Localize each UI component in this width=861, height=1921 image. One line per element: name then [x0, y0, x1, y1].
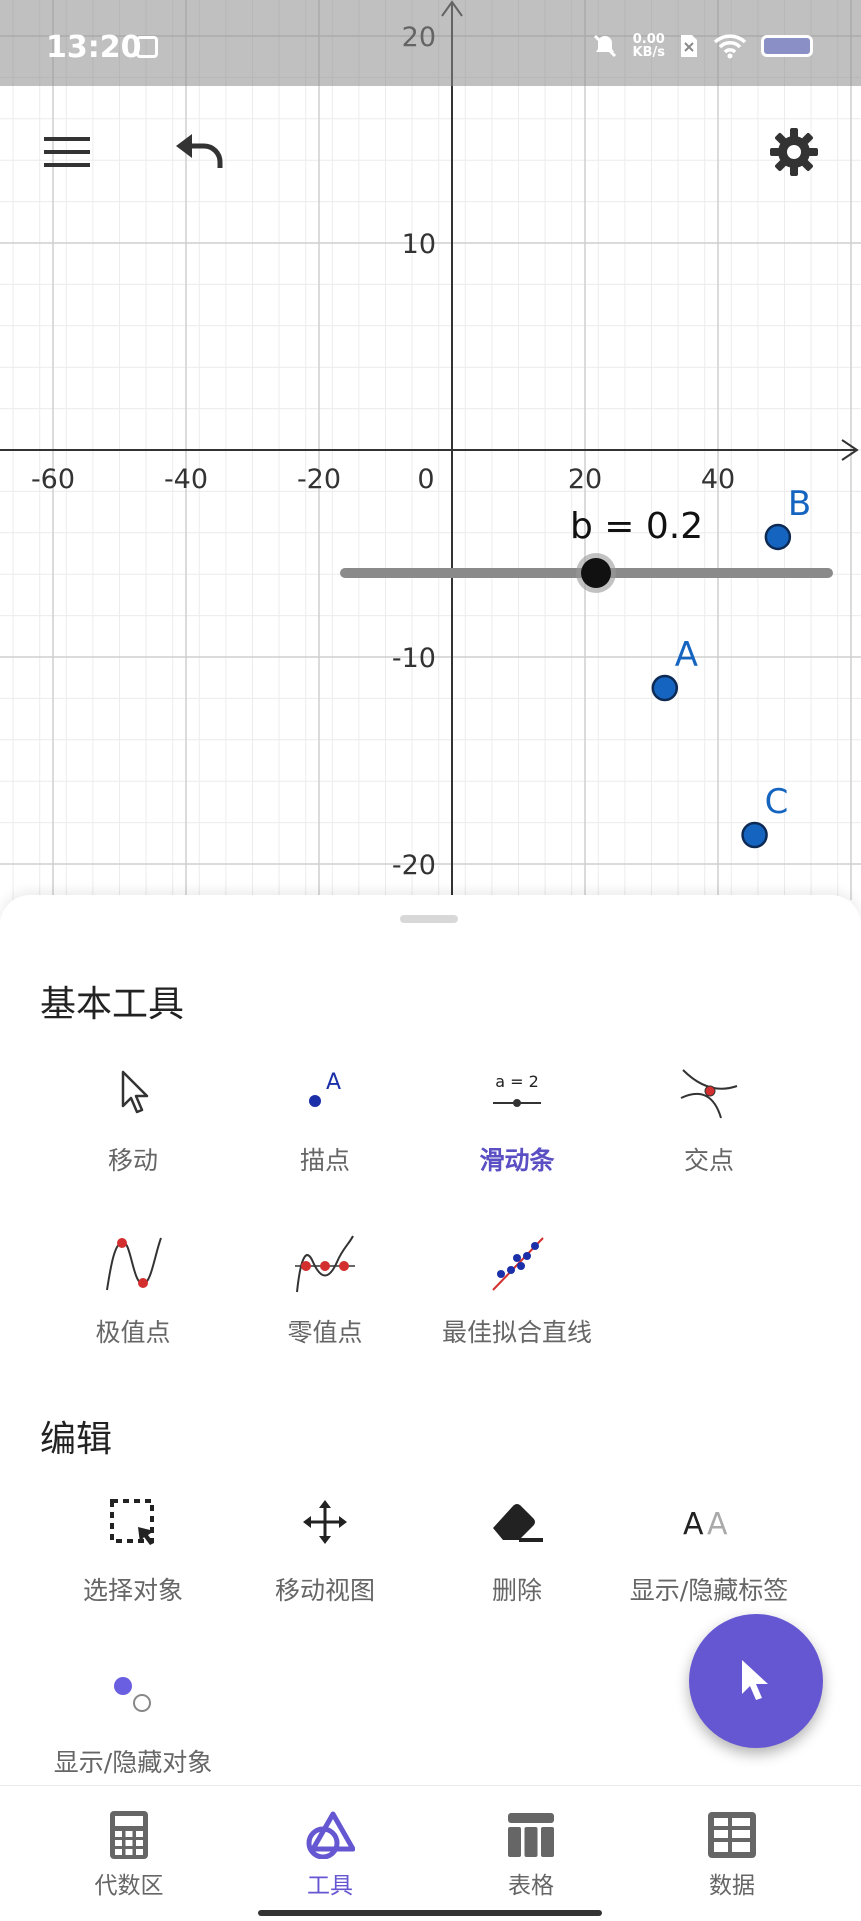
point-b[interactable]: [764, 523, 792, 551]
data-icon: [708, 1812, 756, 1858]
undo-button[interactable]: [168, 120, 232, 184]
nav-label: 数据: [709, 1873, 755, 1899]
tool-label: 显示/隐藏对象: [53, 1748, 213, 1777]
point-a[interactable]: [651, 674, 679, 702]
tool-show-hide-object[interactable]: 显示/隐藏对象: [33, 1659, 233, 1779]
tool-label: 显示/隐藏标签: [629, 1576, 789, 1605]
nav-table[interactable]: 表格: [451, 1810, 611, 1900]
hamburger-icon: [44, 137, 90, 167]
tool-label: 滑动条: [479, 1146, 555, 1175]
tool-move-view[interactable]: 移动视图: [225, 1487, 425, 1607]
wifi-icon: [713, 34, 747, 59]
tool-label: 移动: [107, 1146, 158, 1175]
tool-label: 交点: [683, 1146, 734, 1175]
slider-b[interactable]: b = 0.2: [340, 506, 833, 593]
point-icon: A: [309, 1070, 341, 1107]
slider-label: b = 0.2: [570, 506, 703, 547]
tool-select-objects[interactable]: 选择对象: [33, 1487, 233, 1607]
gear-icon: [770, 128, 818, 176]
label-letter-light: A: [707, 1507, 728, 1542]
tool-label: 选择对象: [82, 1576, 183, 1605]
intersect-icon: [680, 1069, 738, 1119]
nav-algebra[interactable]: 代数区: [49, 1810, 209, 1900]
select-objects-icon: [110, 1499, 154, 1545]
home-indicator[interactable]: [258, 1910, 602, 1916]
tool-slider[interactable]: a = 2 滑动条: [417, 1057, 617, 1177]
tool-fab-button[interactable]: [689, 1614, 823, 1748]
nav-tools[interactable]: 工具: [250, 1810, 410, 1900]
tools-icon: [306, 1811, 355, 1859]
x-tick-label: -40: [164, 464, 208, 495]
network-speed: 0.00 KB/s: [633, 33, 665, 59]
tool-roots[interactable]: 零值点: [225, 1229, 425, 1349]
move-arrow-icon: [121, 1070, 149, 1114]
tool-extremum[interactable]: 极值点: [33, 1229, 233, 1349]
graphics-view[interactable]: -60-40-20020402010-10-20 b = 0.2 ABC: [0, 0, 861, 900]
tool-point[interactable]: A 描点: [225, 1057, 425, 1177]
x-tick-label: -20: [297, 464, 341, 495]
nav-label: 代数区: [94, 1873, 164, 1899]
x-tick-label: 20: [568, 464, 602, 495]
nav-label: 工具: [307, 1873, 353, 1899]
point-label: B: [788, 484, 811, 524]
y-tick-label: 10: [402, 229, 436, 260]
cursor-icon: [742, 1660, 768, 1700]
settings-button[interactable]: [762, 120, 826, 184]
x-tick-label: -60: [31, 464, 75, 495]
menu-button[interactable]: [35, 120, 99, 184]
move-view-icon: [303, 1500, 347, 1544]
battery-icon: [761, 35, 813, 57]
eraser-icon: [493, 1504, 543, 1542]
show-hide-object-icon: [114, 1677, 151, 1712]
tool-label: 删除: [491, 1576, 542, 1605]
y-tick-label: -20: [392, 850, 436, 881]
tool-label: 零值点: [287, 1318, 363, 1347]
tool-move[interactable]: 移动: [33, 1057, 233, 1177]
undo-icon: [176, 134, 223, 168]
point-label: C: [765, 782, 789, 822]
slider-icon-text: a = 2: [495, 1072, 539, 1091]
x-tick-label: 0: [417, 464, 434, 495]
extremum-icon: [106, 1237, 162, 1291]
status-time: 13:20: [46, 30, 142, 65]
table-icon: [508, 1813, 554, 1857]
best-fit-line-icon: [492, 1237, 544, 1291]
show-hide-label-icon: A A: [683, 1507, 728, 1542]
notification-app-icon: [136, 36, 158, 58]
point-c[interactable]: [741, 821, 768, 849]
point-label: A: [675, 635, 698, 675]
point-icon-letter: A: [326, 1070, 341, 1095]
slider-handle[interactable]: [581, 558, 611, 588]
tool-label: 极值点: [95, 1318, 171, 1347]
section-edit: 编辑: [40, 1419, 113, 1460]
nav-label: 表格: [508, 1873, 554, 1899]
section-basic-tools: 基本工具: [40, 984, 185, 1025]
y-tick-label: -10: [392, 643, 436, 674]
tool-intersect[interactable]: 交点: [609, 1057, 809, 1177]
status-bar: 13:20 0.00 KB/s: [0, 0, 861, 86]
mute-bell-icon: [593, 34, 616, 58]
tool-label: 描点: [299, 1146, 350, 1175]
nav-data[interactable]: 数据: [652, 1810, 812, 1900]
slider-icon: a = 2: [493, 1072, 541, 1107]
calculator-icon: [110, 1811, 148, 1859]
no-sim-icon: [681, 35, 697, 57]
tool-label: 最佳拟合直线: [441, 1318, 592, 1347]
tool-best-fit-line[interactable]: 最佳拟合直线: [417, 1229, 617, 1349]
label-letter-dark: A: [683, 1507, 704, 1542]
net-speed-unit: KB/s: [632, 45, 665, 60]
sheet-drag-handle[interactable]: [400, 915, 458, 923]
roots-icon: [295, 1235, 355, 1293]
x-tick-label: 40: [701, 464, 735, 495]
bottom-navigation: 代数区 工具 表格 数据: [0, 1785, 861, 1921]
tool-delete[interactable]: 删除: [417, 1487, 617, 1607]
tool-label: 移动视图: [274, 1576, 375, 1605]
tool-show-hide-label[interactable]: A A 显示/隐藏标签: [609, 1487, 809, 1607]
